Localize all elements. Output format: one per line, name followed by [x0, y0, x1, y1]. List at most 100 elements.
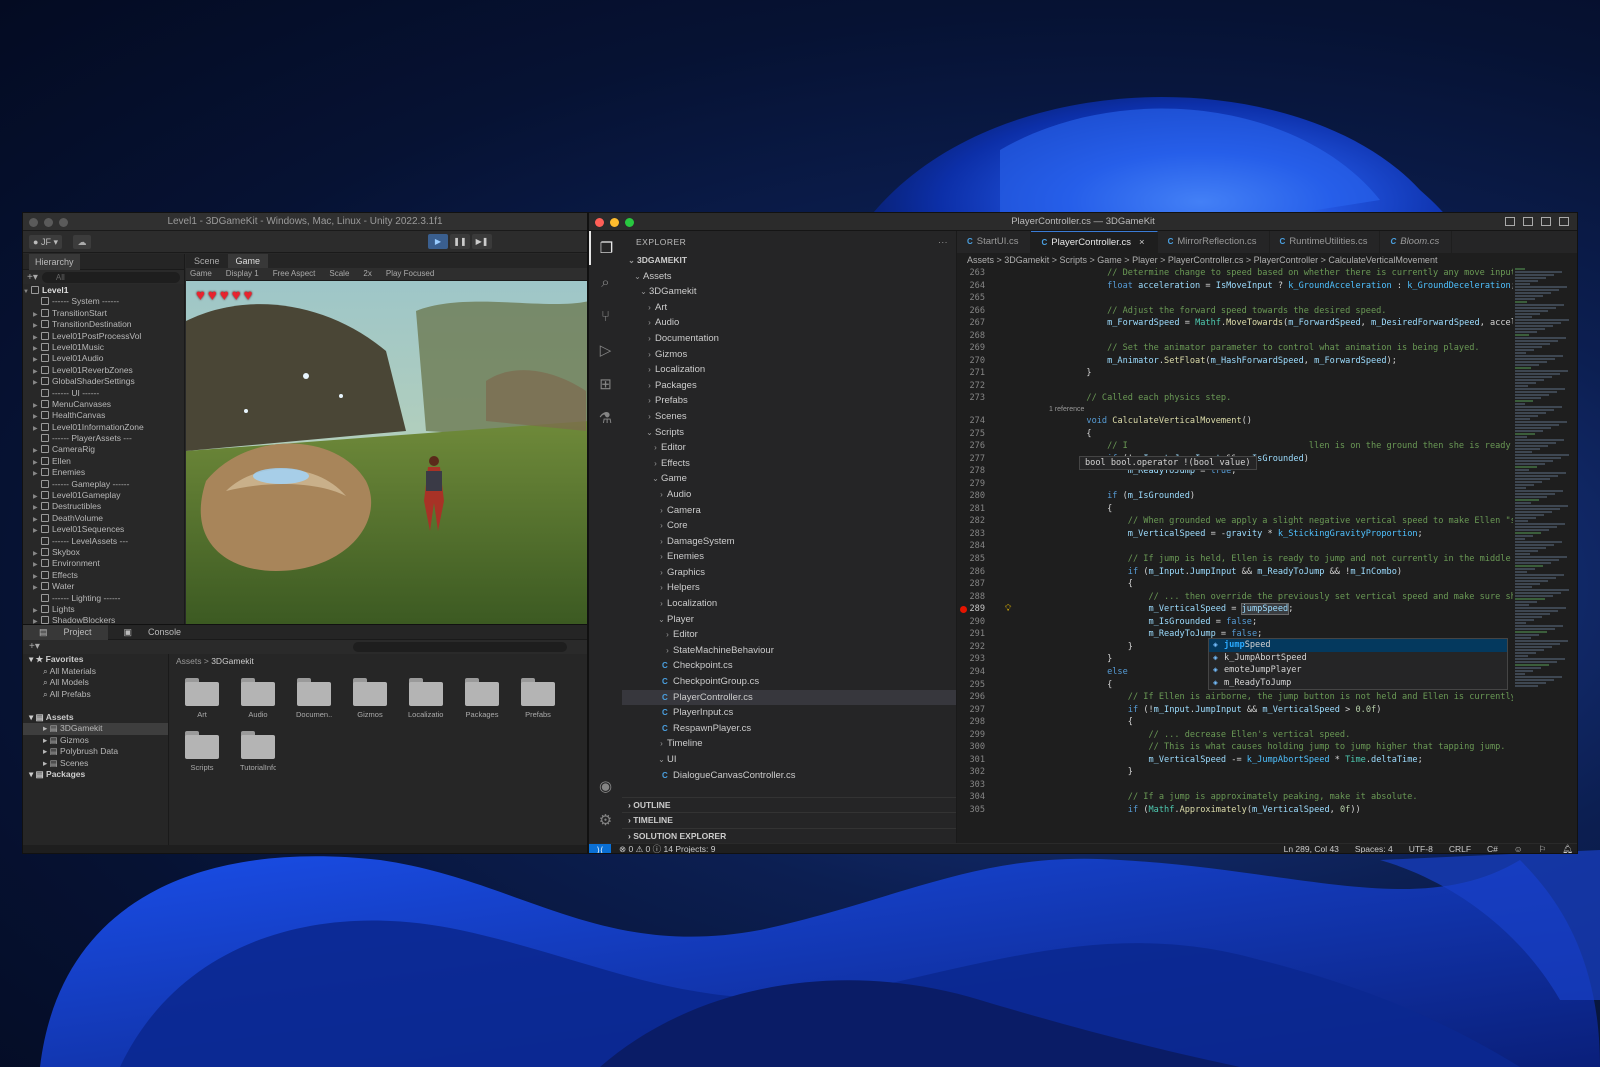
- code-line[interactable]: 287 {: [957, 578, 1497, 591]
- hierarchy-search-input[interactable]: All: [42, 272, 180, 283]
- toggle-secondary-sidebar-icon[interactable]: [1541, 217, 1551, 226]
- editor-tab[interactable]: CStartUI.cs: [957, 231, 1031, 253]
- file-tree-folder[interactable]: ›Editor: [622, 627, 956, 643]
- file-tree-folder[interactable]: ›Graphics: [622, 565, 956, 581]
- tab-project[interactable]: ▤ Project: [23, 625, 108, 640]
- code-line[interactable]: 273 // Called each physics step.: [957, 392, 1497, 405]
- lightbulb-icon[interactable]: 💡︎: [1005, 603, 1011, 616]
- toggle-panel-icon[interactable]: [1523, 217, 1533, 226]
- file-tree-folder[interactable]: ›DamageSystem: [622, 534, 956, 550]
- search-icon[interactable]: ⌕: [589, 265, 622, 299]
- hierarchy-item[interactable]: ▶Destructibles: [23, 501, 184, 512]
- hierarchy-item[interactable]: ▶HealthCanvas: [23, 410, 184, 421]
- hierarchy-item[interactable]: ▶CameraRig: [23, 444, 184, 455]
- line-endings[interactable]: CRLF: [1449, 844, 1471, 854]
- file-tree-folder[interactable]: ⌄3DGamekit: [622, 284, 956, 300]
- code-line[interactable]: 281 {: [957, 503, 1497, 516]
- file-tree-folder[interactable]: ›Scenes: [622, 409, 956, 425]
- codelens-reference[interactable]: 1 reference: [957, 405, 1497, 415]
- language-mode[interactable]: C#: [1487, 844, 1498, 854]
- code-line[interactable]: 290 m_IsGrounded = false;: [957, 616, 1497, 629]
- code-line[interactable]: 270 m_Animator.SetFloat(m_HashForwardSpe…: [957, 355, 1497, 368]
- code-line[interactable]: 272: [957, 380, 1497, 393]
- hierarchy-item[interactable]: ▶Ellen: [23, 456, 184, 467]
- code-line[interactable]: 296 // If Ellen is airborne, the jump bu…: [957, 691, 1497, 704]
- file-tree-folder[interactable]: ⌄Assets: [622, 269, 956, 285]
- hierarchy-item[interactable]: ▶Enemies: [23, 467, 184, 478]
- hierarchy-item[interactable]: ▶MenuCanvases: [23, 399, 184, 410]
- file-tree-file[interactable]: CDialogueCanvasController.cs: [622, 768, 956, 784]
- code-line[interactable]: 304 // If a jump is approximately peakin…: [957, 791, 1497, 804]
- extensions-icon[interactable]: ⊞: [589, 367, 622, 401]
- game-view-select[interactable]: Game: [190, 268, 212, 280]
- hierarchy-item[interactable]: ▶Level01InformationZone: [23, 422, 184, 433]
- file-tree-folder[interactable]: ›Localization: [622, 362, 956, 378]
- testing-icon[interactable]: ⚗: [589, 401, 622, 435]
- file-tree-folder[interactable]: ›Timeline: [622, 736, 956, 752]
- folder-item[interactable]: Documen...: [296, 678, 332, 719]
- folder-item[interactable]: Packages: [464, 678, 500, 719]
- file-tree-file[interactable]: CPlayerInput.cs: [622, 705, 956, 721]
- play-focused-select[interactable]: Play Focused: [386, 268, 434, 280]
- hierarchy-item[interactable]: ▶Level01ReverbZones: [23, 365, 184, 376]
- explorer-section-header[interactable]: › SOLUTION EXPLORER: [622, 828, 957, 844]
- project-search-input[interactable]: [353, 642, 567, 652]
- source-control-icon[interactable]: ⑂: [589, 299, 622, 333]
- file-tree-folder[interactable]: ›Camera: [622, 503, 956, 519]
- code-line[interactable]: 263 // Determine change to speed based o…: [957, 267, 1497, 280]
- tab-scene[interactable]: Scene: [186, 254, 228, 268]
- encoding[interactable]: UTF-8: [1409, 844, 1433, 854]
- code-line[interactable]: 💡︎289 m_VerticalSpeed = jumpSpeed;: [957, 603, 1497, 616]
- code-line[interactable]: 271 }: [957, 367, 1497, 380]
- explorer-section-header[interactable]: › TIMELINE: [622, 812, 957, 828]
- hierarchy-item[interactable]: ▶Water: [23, 581, 184, 592]
- project-sidebar-item[interactable]: ▸ ▤ Scenes: [23, 758, 168, 770]
- folder-item[interactable]: Audio: [240, 678, 276, 719]
- gear-icon[interactable]: ⚙: [589, 803, 622, 837]
- editor-tab[interactable]: CRuntimeUtilities.cs: [1270, 231, 1381, 253]
- explorer-section-header[interactable]: › OUTLINE: [622, 797, 957, 813]
- minimap[interactable]: [1513, 267, 1578, 843]
- hierarchy-item[interactable]: ▶Level01Audio: [23, 353, 184, 364]
- code-line[interactable]: 279: [957, 478, 1497, 491]
- customize-layout-icon[interactable]: [1559, 217, 1569, 226]
- code-line[interactable]: 280 if (m_IsGrounded): [957, 490, 1497, 503]
- folder-item[interactable]: Gizmos: [352, 678, 388, 719]
- hierarchy-tab[interactable]: Hierarchy: [29, 254, 80, 270]
- file-tree-folder[interactable]: ›Gizmos: [622, 347, 956, 363]
- file-tree-folder[interactable]: ⌄3DGAMEKIT: [622, 253, 956, 269]
- file-tree-folder[interactable]: ›Core: [622, 518, 956, 534]
- vscode-window-controls[interactable]: [595, 218, 634, 227]
- tab-console[interactable]: ▣ Console: [108, 625, 198, 640]
- folder-item[interactable]: Scripts: [184, 731, 220, 772]
- hierarchy-item[interactable]: ▶Lights: [23, 604, 184, 615]
- add-asset-icon[interactable]: +▾: [29, 641, 40, 652]
- explorer-icon[interactable]: ❐: [589, 231, 622, 265]
- play-icon[interactable]: ▶: [428, 234, 448, 249]
- folder-item[interactable]: TutorialInfo: [240, 731, 276, 772]
- file-tree-folder[interactable]: ›Documentation: [622, 331, 956, 347]
- hierarchy-item[interactable]: ------ PlayerAssets ---: [23, 433, 184, 444]
- autocomplete-item[interactable]: ◈jumpSpeed: [1209, 639, 1507, 652]
- aspect-select[interactable]: Free Aspect: [273, 268, 316, 280]
- code-line[interactable]: 283 m_VerticalSpeed = -gravity * k_Stick…: [957, 528, 1497, 541]
- hierarchy-root[interactable]: ▼Level1: [23, 285, 184, 296]
- code-line[interactable]: 286 if (m_Input.JumpInput && m_ReadyToJu…: [957, 566, 1497, 579]
- code-line[interactable]: 288 // ... then override the previously …: [957, 591, 1497, 604]
- code-line[interactable]: 300 // This is what causes holding jump …: [957, 741, 1497, 754]
- code-line[interactable]: 303: [957, 779, 1497, 792]
- code-line[interactable]: 274 void CalculateVerticalMovement(): [957, 415, 1497, 428]
- game-viewport[interactable]: ♥ ♥ ♥ ♥ ♥: [186, 281, 588, 624]
- more-actions-icon[interactable]: ···: [938, 231, 948, 253]
- code-line[interactable]: 275 {: [957, 428, 1497, 441]
- editor-tab[interactable]: CPlayerController.cs×: [1031, 231, 1157, 253]
- folder-item[interactable]: Localization: [408, 678, 444, 719]
- file-tree-file[interactable]: CCheckpointGroup.cs: [622, 674, 956, 690]
- problems-status[interactable]: ⊗ 0 ⚠ 0 ⓘ 14 Projects: 9: [619, 844, 715, 854]
- code-line[interactable]: 267 m_ForwardSpeed = Mathf.MoveTowards(m…: [957, 317, 1497, 330]
- code-line[interactable]: 301 m_VerticalSpeed -= k_JumpAbortSpeed …: [957, 754, 1497, 767]
- hierarchy-item[interactable]: ▶ShadowBlockers: [23, 615, 184, 624]
- pause-icon[interactable]: ❚❚: [450, 234, 470, 249]
- code-line[interactable]: 266 // Adjust the forward speed towards …: [957, 305, 1497, 318]
- file-tree-file[interactable]: CPlayerController.cs: [622, 690, 956, 706]
